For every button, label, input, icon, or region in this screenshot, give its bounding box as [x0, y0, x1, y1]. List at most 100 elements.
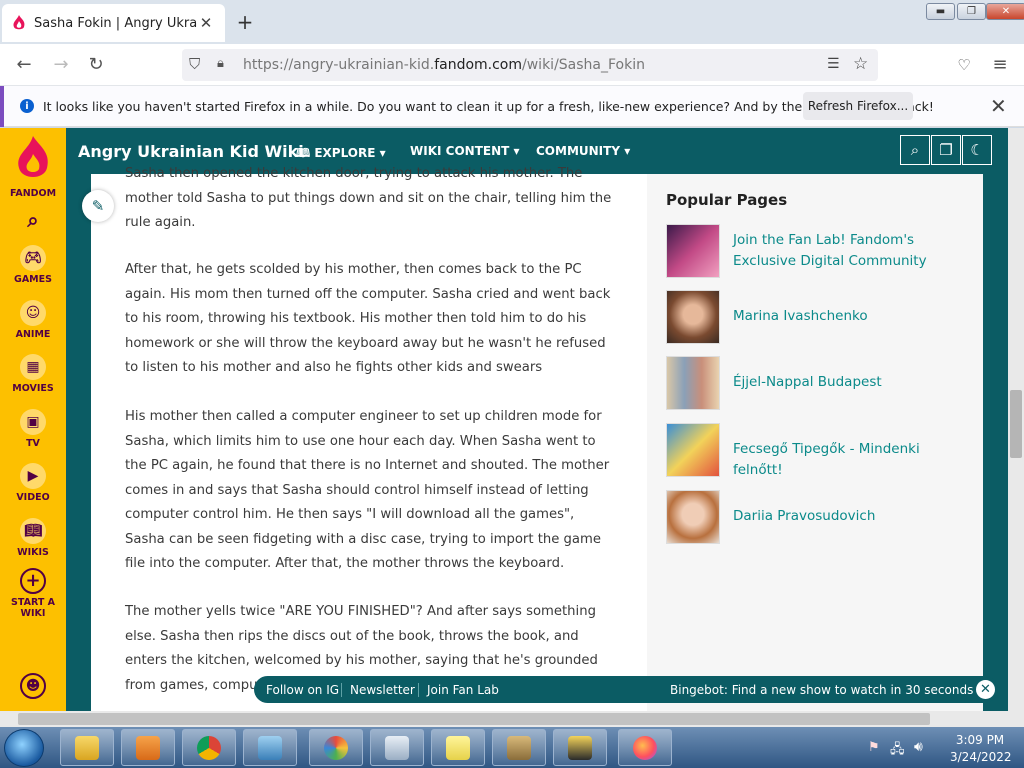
nav-wiki-content[interactable]: WIKI CONTENT ▾: [410, 144, 520, 158]
window-close-icon[interactable]: ✕: [986, 3, 1024, 20]
banner-close-icon[interactable]: ✕: [976, 680, 995, 699]
clock-time[interactable]: 3:09 PM: [950, 733, 1010, 747]
bingebot-promo[interactable]: Bingebot: Find a new show to watch in 30…: [670, 683, 973, 697]
follow-ig-link[interactable]: Follow on IG: [266, 683, 339, 697]
popular-page-item[interactable]: Éjjel-Nappal Budapest: [666, 356, 966, 410]
user-icon: ☻: [20, 673, 46, 699]
notification-accent: [0, 86, 4, 127]
url-suffix: /wiki/Sasha_Fokin: [522, 57, 645, 73]
url-prefix: https://angry-ukrainian-kid.: [243, 57, 435, 73]
reader-view-icon[interactable]: ☰: [827, 56, 840, 72]
sidebar-label-tv: TV: [26, 438, 40, 449]
firefox-taskbar-icon[interactable]: [618, 729, 672, 766]
browser-tab[interactable]: Sasha Fokin | Angry Ukrainian Ki ✕: [2, 4, 225, 42]
refresh-firefox-button[interactable]: Refresh Firefox...: [803, 92, 913, 120]
game-taskbar-icon[interactable]: [553, 729, 607, 766]
sidebar-item-tv[interactable]: ▣ TV: [0, 409, 66, 449]
page-right-border: [983, 174, 1008, 711]
action-center-icon[interactable]: ⚑: [868, 740, 880, 755]
banner-divider: [418, 683, 419, 697]
paint-taskbar-icon[interactable]: [309, 729, 363, 766]
notification-bar: i It looks like you haven't started Fire…: [0, 86, 1024, 127]
calculator-taskbar-icon[interactable]: [370, 729, 424, 766]
vertical-scrollbar[interactable]: [1008, 128, 1024, 711]
header-search-icon[interactable]: ⌕: [900, 135, 930, 165]
fandom-brand[interactable]: FANDOM: [0, 188, 66, 199]
popular-page-item[interactable]: Fecsegő Tipegők - Mindenki felnőtt!: [666, 423, 966, 478]
article-paragraph: Sasha then opened the kitchen door, tryi…: [125, 166, 612, 230]
nav-community[interactable]: COMMUNITY ▾: [536, 144, 630, 158]
volume-icon[interactable]: 🔊︎: [914, 739, 923, 755]
sidebar-item-anime[interactable]: ☺ ANIME: [0, 300, 66, 340]
url-text: https://angry-ukrainian-kid.fandom.com/w…: [243, 57, 645, 73]
wikis-icon: 📖︎: [20, 518, 46, 544]
newsletter-link[interactable]: Newsletter: [350, 683, 415, 697]
sidebar-label-anime: ANIME: [15, 329, 51, 340]
pocket-icon[interactable]: ♡: [953, 56, 975, 74]
popular-page-item[interactable]: Join the Fan Lab! Fandom's Exclusive Dig…: [666, 224, 966, 278]
reload-icon[interactable]: ↻: [85, 54, 107, 75]
horizontal-scroll-thumb[interactable]: [18, 713, 930, 725]
article-paragraph: After that, he gets scolded by his mothe…: [125, 262, 611, 375]
vertical-scroll-thumb[interactable]: [1010, 390, 1022, 458]
plus-circle-icon: +: [20, 568, 46, 594]
fandom-logo-icon[interactable]: [15, 136, 51, 184]
explorer-taskbar-icon[interactable]: [60, 729, 114, 766]
clock-date[interactable]: 3/24/2022: [950, 750, 1012, 764]
taskbar: ⚑ 🖧︎ 🔊︎ 3:09 PM 3/24/2022: [0, 727, 1024, 768]
popular-page-item[interactable]: Marina Ivashchenko: [666, 290, 966, 344]
tab-strip: Sasha Fokin | Angry Ukrainian Ki ✕ + ▬ ❐…: [0, 0, 1024, 44]
popular-page-link[interactable]: Join the Fan Lab! Fandom's Exclusive Dig…: [733, 230, 968, 272]
nav-bar: ← → ↻ ⛉ 🔒︎ https://angry-ukrainian-kid.f…: [0, 44, 1024, 86]
sticky-notes-taskbar-icon[interactable]: [431, 729, 485, 766]
explore-icon: 🕮︎: [296, 146, 315, 160]
minimize-icon[interactable]: ▬: [926, 3, 955, 20]
theme-toggle-icon[interactable]: ☾: [962, 135, 992, 165]
control-panel-taskbar-icon[interactable]: [243, 729, 297, 766]
horizontal-scrollbar[interactable]: [0, 711, 1024, 727]
start-button-icon[interactable]: [4, 729, 44, 767]
sidebar-item-video[interactable]: ▶ VIDEO: [0, 463, 66, 503]
popular-page-thumbnail: [666, 290, 720, 344]
search-icon[interactable]: ⌕: [0, 208, 66, 232]
popular-page-link[interactable]: Éjjel-Nappal Budapest: [733, 372, 968, 393]
menu-icon[interactable]: ≡: [989, 54, 1011, 75]
media-player-taskbar-icon[interactable]: [121, 729, 175, 766]
sidebar-item-wikis[interactable]: 📖︎ WIKIS: [0, 518, 66, 558]
wiki-title[interactable]: Angry Ukrainian Kid Wiki: [78, 142, 304, 161]
url-domain: fandom.com: [434, 57, 523, 73]
popular-page-thumbnail: [666, 356, 720, 410]
shield-icon[interactable]: ⛉: [189, 55, 200, 73]
info-icon: i: [20, 99, 34, 113]
join-fan-lab-link[interactable]: Join Fan Lab: [427, 683, 499, 697]
system-tray: ⚑ 🖧︎ 🔊︎ 3:09 PM 3/24/2022: [862, 729, 1022, 766]
sidebar-item-movies[interactable]: ▦ MOVIES: [0, 354, 66, 394]
popular-pages-heading: Popular Pages: [666, 191, 788, 209]
popular-page-item[interactable]: Dariia Pravosudovich: [666, 490, 966, 544]
sidebar-item-start-wiki[interactable]: + START A WIKI: [0, 568, 66, 619]
user-account-icon[interactable]: ☻: [0, 673, 66, 702]
back-icon[interactable]: ←: [13, 54, 35, 75]
tab-close-icon[interactable]: ✕: [197, 14, 215, 32]
lock-icon[interactable]: 🔒︎: [217, 56, 224, 71]
new-tab-icon[interactable]: +: [234, 10, 256, 34]
bookmark-star-icon[interactable]: ☆: [853, 54, 868, 74]
maximize-icon[interactable]: ❐: [957, 3, 986, 20]
notification-close-icon[interactable]: ✕: [990, 94, 1007, 118]
sidebar-item-games[interactable]: 🎮︎ GAMES: [0, 245, 66, 285]
tab-title: Sasha Fokin | Angry Ukrainian Ki: [34, 15, 197, 31]
banner-divider: [341, 683, 342, 697]
popular-page-link[interactable]: Fecsegő Tipegők - Mindenki felnőtt!: [733, 439, 968, 481]
url-bar[interactable]: ⛉ 🔒︎ https://angry-ukrainian-kid.fandom.…: [182, 49, 878, 81]
popular-page-link[interactable]: Dariia Pravosudovich: [733, 506, 968, 527]
page-viewport: FANDOM ⌕ 🎮︎ GAMES ☺ ANIME ▦ MOVIES ▣ TV ▶ VID…: [0, 128, 1008, 711]
chrome-taskbar-icon[interactable]: [182, 729, 236, 766]
network-icon[interactable]: 🖧︎: [890, 740, 905, 762]
device-taskbar-icon[interactable]: [492, 729, 546, 766]
popular-page-link[interactable]: Marina Ivashchenko: [733, 306, 968, 327]
movies-icon: ▦: [20, 354, 46, 380]
discussions-icon[interactable]: ❐: [931, 135, 961, 165]
fandom-sidebar: FANDOM ⌕ 🎮︎ GAMES ☺ ANIME ▦ MOVIES ▣ TV ▶ VID…: [0, 128, 66, 711]
forward-icon[interactable]: →: [50, 54, 72, 75]
edit-pencil-icon[interactable]: ✎: [82, 190, 114, 222]
